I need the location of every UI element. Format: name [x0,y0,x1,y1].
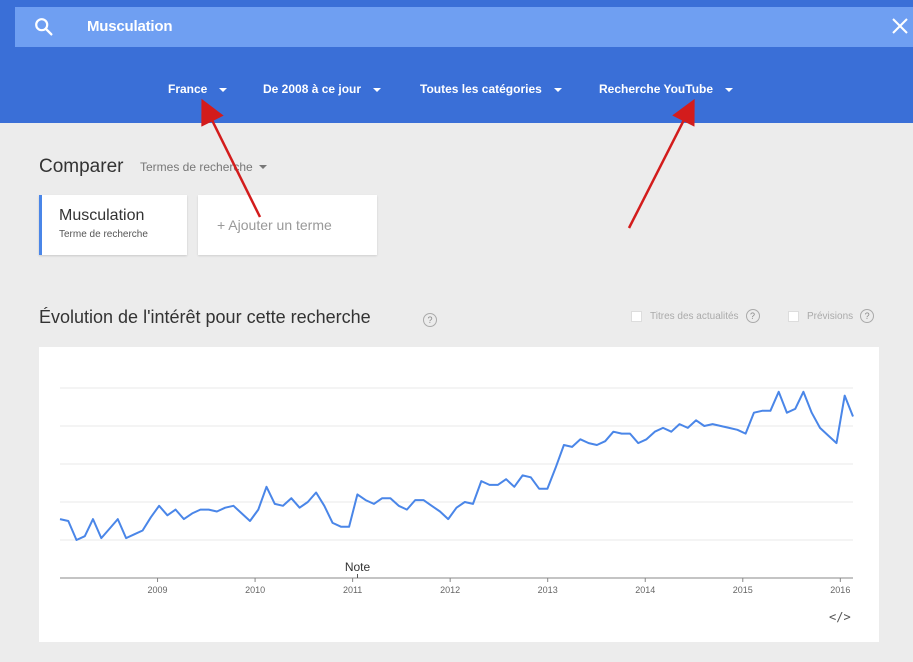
x-tick-label: 2010 [245,585,265,595]
embed-code-icon[interactable]: </> [829,610,851,624]
x-tick-label: 2016 [830,585,850,595]
caret-down-icon [219,88,228,92]
search-icon[interactable] [33,16,55,38]
caret-down-icon [553,88,562,92]
x-tick-label: 2013 [538,585,558,595]
x-tick-label: 2015 [733,585,753,595]
checkbox[interactable] [788,310,799,322]
add-term-label: + Ajouter un terme [217,217,332,233]
help-icon[interactable]: ? [860,309,875,323]
close-icon[interactable] [891,17,909,35]
term-type: Terme de recherche [59,229,148,240]
interest-title: Évolution de l'intérêt pour cette recher… [39,307,371,327]
compare-mode-dropdown[interactable]: Termes de recherche [140,160,267,174]
help-icon[interactable]: ? [423,313,437,327]
filter-row: France De 2008 à ce jour Toutes les caté… [0,82,913,102]
checkbox[interactable] [631,310,642,322]
term-card[interactable]: Musculation Terme de recherche [39,195,187,255]
compare-title: Comparer [39,156,124,177]
help-icon[interactable]: ? [745,309,760,323]
search-bar[interactable]: Musculation [15,7,913,47]
option-forecast[interactable]: Prévisions ? [788,309,875,323]
filter-search-type[interactable]: Recherche YouTube [599,82,734,96]
term-name: Musculation [59,207,145,224]
interest-chart: 2009 2010 2011 2012 2013 2014 2015 2016 Note [39,347,879,642]
interest-chart-svg: 2009 2010 2011 2012 2013 2014 2015 2016 Note [59,387,854,595]
x-tick-label: 2009 [148,585,168,595]
arrow-search-type [627,98,695,229]
x-tick-label: 2012 [440,585,460,595]
filter-country[interactable]: France [168,82,228,96]
search-query[interactable]: Musculation [87,18,173,35]
caret-down-icon [258,165,267,169]
chart-annotation[interactable]: Note [345,560,371,574]
filter-category[interactable]: Toutes les catégories [420,82,562,96]
x-tick-label: 2011 [343,585,362,595]
add-term-button[interactable]: + Ajouter un terme [198,195,377,255]
x-tick-label: 2014 [635,585,655,595]
caret-down-icon [725,88,734,92]
option-news-headlines[interactable]: Titres des actualités ? [631,309,760,323]
filter-date-range[interactable]: De 2008 à ce jour [263,82,382,96]
caret-down-icon [373,88,382,92]
series-line[interactable] [59,390,854,541]
